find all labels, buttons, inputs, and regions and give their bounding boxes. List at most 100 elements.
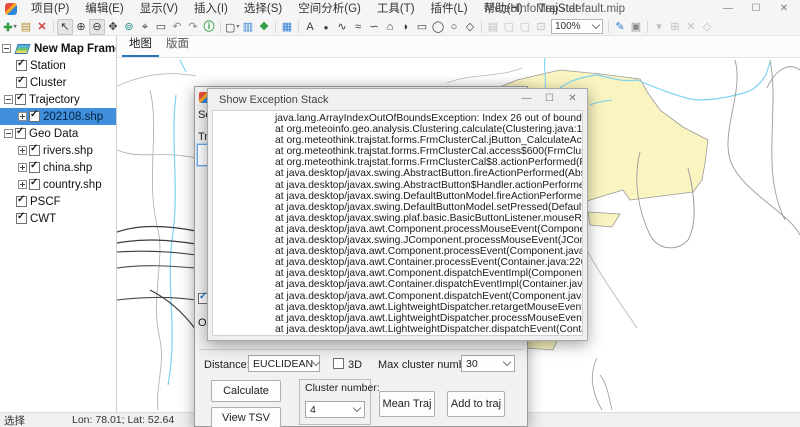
legend-panel[interactable]: New Map Frame Station Cluster Trajectory… [0,36,117,412]
insert-image-button[interactable]: ▦ [279,19,295,35]
legend-item-202108-shp[interactable]: 202108.shp [0,108,116,125]
layer-checkbox[interactable] [29,179,40,190]
page-setup-button[interactable]: ▢ [501,19,517,35]
layer-checkbox[interactable] [16,60,27,71]
expand-icon[interactable] [18,180,27,189]
pan-button[interactable]: ✥ [105,19,121,35]
legend-item-china-shp[interactable]: china.shp [0,159,116,176]
save-button[interactable]: ▣ [628,19,644,35]
legend-item-station[interactable]: Station [0,57,116,74]
lasso-button[interactable]: ◇ [699,19,715,35]
minimize-icon[interactable]: — [714,0,742,18]
zoom-in-button[interactable]: ⊕ [73,19,89,35]
legend-item-rivers-shp[interactable]: rivers.shp [0,142,116,159]
maximize-icon[interactable]: ☐ [742,0,770,18]
expand-icon[interactable] [18,146,27,155]
menu-item[interactable]: 编辑(E) [77,0,131,18]
layer-checkbox[interactable] [29,145,40,156]
draw-circle-button[interactable]: ◯ [430,19,446,35]
open-file-button[interactable]: ▤ [18,19,34,35]
layer-checkbox[interactable] [29,111,40,122]
stack-line: at java.desktop/javax.swing.JComponent.p… [219,235,582,246]
redo-button[interactable]: ↷ [185,19,201,35]
draw-polyline-button[interactable]: ∿ [334,19,350,35]
draw-freehand-button[interactable]: ≈ [350,19,366,35]
collapse-icon[interactable] [4,129,13,138]
collapse-icon[interactable] [4,95,13,104]
title-menu-bar: 项目(P)编辑(E)显示(V)插入(I)选择(S)空间分析(G)工具(T)插件(… [0,0,800,18]
draw-curve-polygon-button[interactable]: ◗ [398,19,414,35]
threed-checkbox[interactable] [333,358,344,369]
close-icon[interactable]: ✕ [770,0,798,18]
cluster-number-combo[interactable]: 4 [305,401,365,418]
mean-traj-button[interactable]: Mean Traj [379,391,435,417]
legend-item-country-shp[interactable]: country.shp [0,176,116,193]
status-mode-label: 选择 [4,413,64,427]
minimize-icon[interactable]: — [515,89,538,109]
menu-item[interactable]: 插入(I) [186,0,236,18]
menu-item[interactable]: 工具(T) [369,0,423,18]
stack-line: at java.desktop/java.awt.Container.dispa… [219,279,582,290]
zoom-to-layer-button[interactable]: ⌖ [137,19,153,35]
draw-curve-button[interactable]: ∽ [366,19,382,35]
expand-icon[interactable] [18,112,27,121]
transform-button[interactable]: ⊞ [667,19,683,35]
maximize-icon[interactable]: ☐ [538,89,561,109]
select-arrow-button[interactable]: ↖ [57,19,73,35]
menu-item[interactable]: 显示(V) [132,0,186,18]
stack-line: at java.desktop/javax.swing.AbstractButt… [219,168,582,179]
menu-item[interactable]: 空间分析(G) [290,0,369,18]
draw-rectangle-button[interactable]: ▭ [414,19,430,35]
attribute-table-button[interactable]: ▥ [240,19,256,35]
collapse-icon[interactable] [2,44,11,53]
legend-item-geo-data[interactable]: Geo Data [0,125,116,142]
layer-checkbox[interactable] [29,162,40,173]
legend-item-pscf[interactable]: PSCF [0,193,116,210]
layer-checkbox[interactable] [16,213,27,224]
draw-point-button[interactable]: ● [318,19,334,35]
expand-icon[interactable] [18,163,27,172]
zoom-level-combo[interactable]: 100% [551,19,603,34]
draw-polygon-button[interactable]: ⌂ [382,19,398,35]
legend-item-cwt[interactable]: CWT [0,210,116,227]
legend-item-cluster[interactable]: Cluster [0,74,116,91]
zoom-out-button[interactable]: ⊖ [89,19,105,35]
label-button[interactable]: ❖ [256,19,272,35]
calculate-button[interactable]: Calculate [211,380,281,402]
draw-ellipse-button[interactable]: ○ [446,19,462,35]
legend-item-new-map-frame[interactable]: New Map Frame [0,40,116,57]
toolbar-separator [481,21,482,33]
edit-vertices-button[interactable]: ◇ [462,19,478,35]
menu-item[interactable]: 选择(S) [236,0,290,18]
page-view-button[interactable]: ▢ [517,19,533,35]
draw-label-button[interactable]: A [302,19,318,35]
remove-layer-button[interactable]: ✕ [34,19,50,35]
stack-line: at java.desktop/java.awt.LightweightDisp… [219,313,582,324]
stack-line: at java.desktop/javax.swing.AbstractButt… [219,180,582,191]
dropdown-button[interactable]: ▾ [651,19,667,35]
layer-checkbox[interactable] [16,77,27,88]
new-layer-button[interactable]: ✚ [2,19,18,35]
close-icon[interactable]: ✕ [561,89,584,109]
delete-feature-button[interactable]: ✕ [683,19,699,35]
add-to-traj-button[interactable]: Add to traj [447,391,505,417]
full-extent-button[interactable]: ⊚ [121,19,137,35]
report-button[interactable]: ▤ [485,19,501,35]
max-cluster-combo[interactable]: 30 [461,355,515,372]
layer-checkbox[interactable] [15,94,26,105]
stack-line: at java.desktop/java.awt.LightweightDisp… [219,324,582,335]
legend-item-trajectory[interactable]: Trajectory [0,91,116,108]
layer-checkbox[interactable] [16,196,27,207]
undo-button[interactable]: ↶ [169,19,185,35]
toolbar-separator [647,21,648,33]
stack-trace-panel[interactable]: java.lang.ArrayIndexOutOfBoundsException… [212,110,583,336]
identify-button[interactable]: ⓘ [201,19,217,35]
menu-item[interactable]: 项目(P) [23,0,77,18]
select-feature-button[interactable]: ▢ [224,19,240,35]
view-tsv-button[interactable]: View TSV [211,407,281,427]
layer-checkbox[interactable] [15,128,26,139]
zoom-rectangle-button[interactable]: ▭ [153,19,169,35]
distance-combo[interactable]: EUCLIDEAN [248,355,320,372]
edit-pen-button[interactable]: ✎ [612,19,628,35]
export-image-button[interactable]: ⊡ [533,19,549,35]
